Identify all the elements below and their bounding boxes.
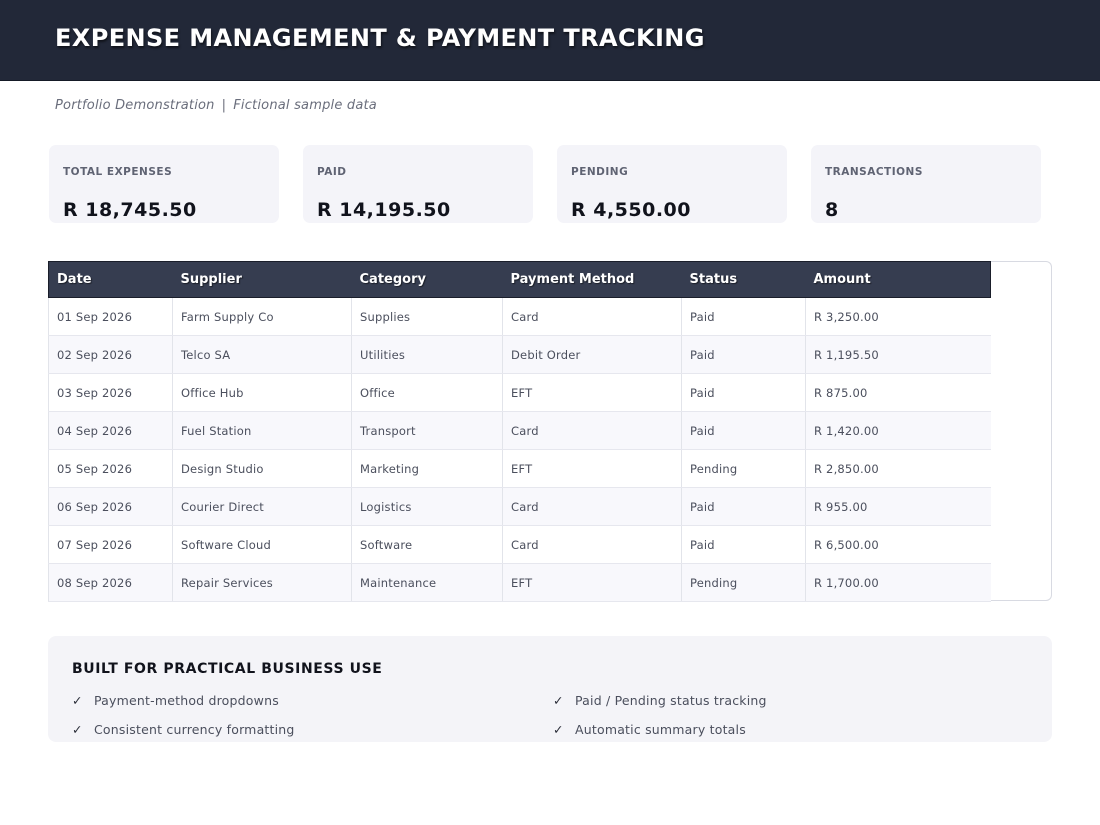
feature-text: Automatic summary totals: [575, 722, 746, 737]
cell-supplier: Telco SA: [172, 335, 352, 374]
cell-payment-method: Card: [502, 411, 682, 450]
column-header-status[interactable]: Status: [681, 261, 806, 298]
cell-category: Maintenance: [351, 563, 503, 602]
cell-supplier: Office Hub: [172, 373, 352, 412]
card-value: R 4,550.00: [571, 199, 692, 221]
cell-amount: R 3,250.00: [805, 297, 991, 336]
cell-supplier: Repair Services: [172, 563, 352, 602]
cell-date: 07 Sep 2026: [48, 525, 173, 564]
cell-amount: R 6,500.00: [805, 525, 991, 564]
checkmark-icon: ✓: [553, 693, 564, 708]
cell-supplier: Design Studio: [172, 449, 352, 488]
cell-category: Software: [351, 525, 503, 564]
cell-status: Paid: [681, 525, 806, 564]
card-value: R 14,195.50: [317, 199, 451, 221]
card-value: 8: [825, 199, 839, 221]
expenses-table: Date Supplier Category Payment Method St…: [48, 261, 991, 602]
summary-card-paid: PAID R 14,195.50: [303, 145, 533, 223]
card-label: TRANSACTIONS: [825, 166, 923, 178]
checkmark-icon: ✓: [72, 693, 83, 708]
table-body: 01 Sep 2026 Farm Supply Co Supplies Card Pai…: [48, 297, 991, 602]
cell-amount: R 955.00: [805, 487, 991, 526]
table-header-row: Date Supplier Category Payment Method St…: [48, 261, 991, 298]
page-title: EXPENSE MANAGEMENT & PAYMENT TRACKING: [55, 24, 705, 52]
cell-date: 05 Sep 2026: [48, 449, 173, 488]
features-panel: BUILT FOR PRACTICAL BUSINESS USE ✓ Paymen…: [48, 636, 1052, 742]
cell-status: Paid: [681, 411, 806, 450]
page-subtitle: Portfolio Demonstration | Fictional sample…: [55, 98, 377, 113]
cell-date: 08 Sep 2026: [48, 563, 173, 602]
cell-status: Pending: [681, 563, 806, 602]
cell-supplier: Courier Direct: [172, 487, 352, 526]
cell-payment-method: EFT: [502, 449, 682, 488]
feature-text: Payment-method dropdowns: [94, 693, 279, 708]
table-row[interactable]: 03 Sep 2026 Office Hub Office EFT Paid R 875.…: [48, 373, 991, 412]
cell-category: Logistics: [351, 487, 503, 526]
cell-payment-method: Debit Order: [502, 335, 682, 374]
feature-item: ✓ Payment-method dropdowns: [72, 693, 279, 708]
column-header-category[interactable]: Category: [351, 261, 503, 298]
cell-status: Paid: [681, 373, 806, 412]
column-header-payment-method[interactable]: Payment Method: [502, 261, 682, 298]
summary-card-total-expenses: TOTAL EXPENSES R 18,745.50: [49, 145, 279, 223]
table-row[interactable]: 05 Sep 2026 Design Studio Marketing EFT Pend…: [48, 449, 991, 488]
column-header-date[interactable]: Date: [48, 261, 173, 298]
summary-card-transactions: TRANSACTIONS 8: [811, 145, 1041, 223]
cell-amount: R 1,700.00: [805, 563, 991, 602]
cell-payment-method: EFT: [502, 373, 682, 412]
card-label: PENDING: [571, 166, 629, 178]
cell-payment-method: EFT: [502, 563, 682, 602]
cell-supplier: Farm Supply Co: [172, 297, 352, 336]
cell-status: Pending: [681, 449, 806, 488]
table-row[interactable]: 01 Sep 2026 Farm Supply Co Supplies Card Pai…: [48, 297, 991, 336]
cell-amount: R 2,850.00: [805, 449, 991, 488]
cell-payment-method: Card: [502, 297, 682, 336]
table-row[interactable]: 06 Sep 2026 Courier Direct Logistics Card Pa…: [48, 487, 991, 526]
table-row[interactable]: 08 Sep 2026 Repair Services Maintenance EFT…: [48, 563, 991, 602]
table-row[interactable]: 07 Sep 2026 Software Cloud Software Card Pai…: [48, 525, 991, 564]
checkmark-icon: ✓: [72, 722, 83, 737]
column-header-supplier[interactable]: Supplier: [172, 261, 352, 298]
cell-payment-method: Card: [502, 525, 682, 564]
cell-category: Utilities: [351, 335, 503, 374]
card-label: TOTAL EXPENSES: [63, 166, 173, 178]
feature-text: Paid / Pending status tracking: [575, 693, 767, 708]
cell-supplier: Fuel Station: [172, 411, 352, 450]
cell-date: 06 Sep 2026: [48, 487, 173, 526]
cell-amount: R 875.00: [805, 373, 991, 412]
subtitle-right: Fictional sample data: [233, 98, 377, 113]
table-row[interactable]: 04 Sep 2026 Fuel Station Transport Card Paid…: [48, 411, 991, 450]
cell-status: Paid: [681, 487, 806, 526]
feature-item: ✓ Paid / Pending status tracking: [553, 693, 767, 708]
table-row[interactable]: 02 Sep 2026 Telco SA Utilities Debit Order P…: [48, 335, 991, 374]
cell-supplier: Software Cloud: [172, 525, 352, 564]
page-header: EXPENSE MANAGEMENT & PAYMENT TRACKING: [0, 0, 1100, 81]
cell-status: Paid: [681, 335, 806, 374]
column-header-amount[interactable]: Amount: [805, 261, 991, 298]
cell-date: 04 Sep 2026: [48, 411, 173, 450]
feature-text: Consistent currency formatting: [94, 722, 295, 737]
feature-item: ✓ Consistent currency formatting: [72, 722, 295, 737]
cell-category: Office: [351, 373, 503, 412]
cell-category: Transport: [351, 411, 503, 450]
features-title: BUILT FOR PRACTICAL BUSINESS USE: [72, 661, 383, 677]
cell-amount: R 1,195.50: [805, 335, 991, 374]
summary-card-pending: PENDING R 4,550.00: [557, 145, 787, 223]
card-value: R 18,745.50: [63, 199, 197, 221]
cell-date: 02 Sep 2026: [48, 335, 173, 374]
checkmark-icon: ✓: [553, 722, 564, 737]
cell-status: Paid: [681, 297, 806, 336]
cell-payment-method: Card: [502, 487, 682, 526]
feature-item: ✓ Automatic summary totals: [553, 722, 746, 737]
cell-category: Supplies: [351, 297, 503, 336]
cell-date: 01 Sep 2026: [48, 297, 173, 336]
card-label: PAID: [317, 166, 347, 178]
cell-date: 03 Sep 2026: [48, 373, 173, 412]
cell-category: Marketing: [351, 449, 503, 488]
cell-amount: R 1,420.00: [805, 411, 991, 450]
subtitle-separator: |: [221, 98, 227, 113]
subtitle-left: Portfolio Demonstration: [55, 98, 215, 113]
